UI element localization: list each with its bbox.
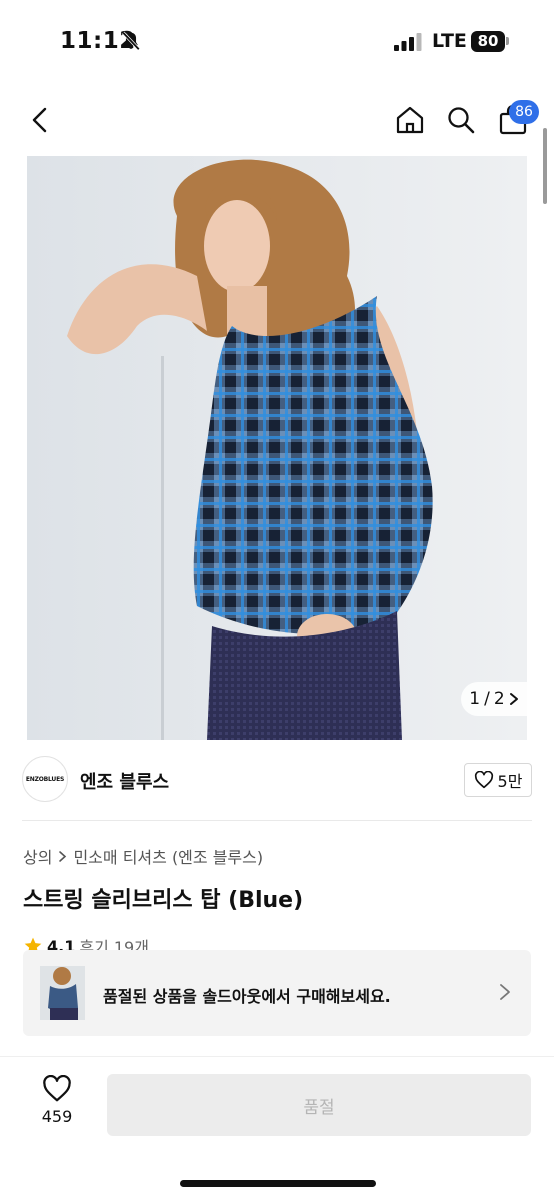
- status-bar: 11:12 LTE 80: [0, 0, 554, 84]
- battery-icon: 80: [471, 31, 505, 52]
- brand-logo[interactable]: ENZOBLUES: [22, 756, 68, 802]
- chevron-left-icon: [32, 107, 47, 133]
- brand-like-button[interactable]: 5만: [464, 763, 532, 797]
- brand-row: ENZOBLUES 엔조 블루스 5만: [22, 756, 532, 806]
- divider: [22, 820, 532, 821]
- home-icon: [396, 106, 424, 134]
- soldout-banner[interactable]: 품절된 상품을 솔드아웃에서 구매해보세요.: [23, 950, 531, 1036]
- chevron-right-icon: [59, 850, 67, 862]
- cart-count-badge: 86: [509, 100, 539, 124]
- search-button[interactable]: [441, 100, 481, 140]
- brand-like-count: 5만: [497, 772, 523, 791]
- product-photo: [27, 156, 527, 740]
- brand-name[interactable]: 엔조 블루스: [80, 768, 169, 794]
- product-image-carousel[interactable]: 1 / 2: [27, 156, 527, 740]
- heart-icon: [43, 1075, 71, 1102]
- bottom-action-bar: 459 품절: [0, 1056, 554, 1200]
- wishlist-count: 459: [41, 1107, 73, 1126]
- top-nav: [0, 90, 554, 150]
- page-separator: /: [484, 689, 490, 709]
- home-indicator[interactable]: [180, 1180, 376, 1187]
- bell-muted-icon: [122, 31, 140, 51]
- network-type: LTE: [432, 30, 467, 52]
- chevron-right-icon: [500, 984, 510, 1000]
- product-title: 스트링 슬리브리스 탑 (Blue): [23, 888, 304, 913]
- breadcrumb-category[interactable]: 상의: [23, 844, 52, 868]
- breadcrumb-subcategory[interactable]: 민소매 티셔츠 (엔조 블루스): [73, 844, 263, 868]
- battery-tip: [506, 37, 509, 45]
- signal-icon: [394, 33, 422, 51]
- page-current: 1: [469, 689, 481, 709]
- back-button[interactable]: [22, 102, 58, 138]
- scrollbar[interactable]: [543, 128, 547, 204]
- breadcrumb: 상의 민소매 티셔츠 (엔조 블루스): [23, 844, 263, 868]
- home-button[interactable]: [390, 100, 430, 140]
- chevron-right-icon: [509, 693, 518, 705]
- search-icon: [448, 107, 475, 134]
- image-page-counter[interactable]: 1 / 2: [461, 682, 527, 716]
- heart-icon: [474, 771, 493, 789]
- wishlist-button[interactable]: 459: [28, 1075, 86, 1145]
- soldout-banner-text: 품절된 상품을 솔드아웃에서 구매해보세요.: [103, 987, 391, 1006]
- brand-logo-text: ENZOBLUES: [25, 775, 65, 783]
- page-total: 2: [493, 689, 505, 709]
- soldout-thumbnail: [40, 966, 85, 1020]
- soldout-purchase-button[interactable]: 품절: [107, 1074, 531, 1136]
